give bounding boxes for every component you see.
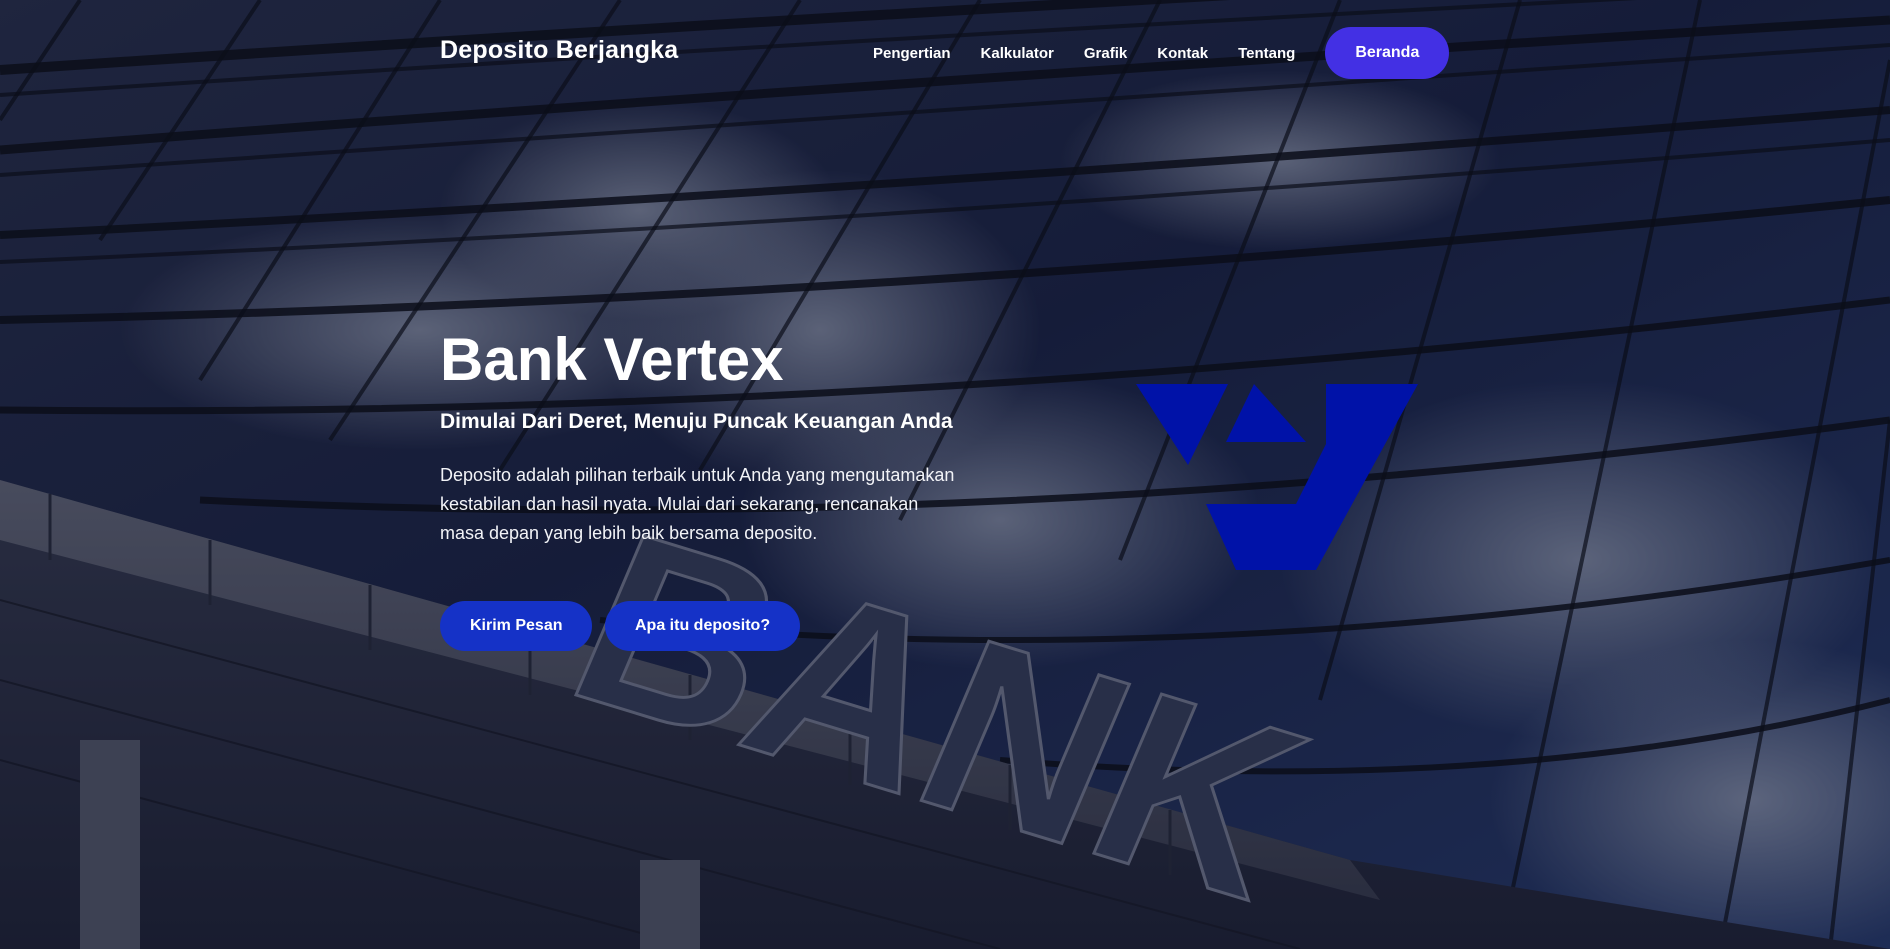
nav-beranda-button[interactable]: Beranda	[1325, 27, 1450, 79]
main-nav: Pengertian Kalkulator Grafik Kontak Tent…	[873, 27, 1450, 79]
apa-itu-deposito-button[interactable]: Apa itu deposito?	[605, 601, 801, 651]
nav-item-kontak[interactable]: Kontak	[1157, 45, 1208, 62]
nav-item-grafik[interactable]: Grafik	[1084, 45, 1127, 62]
hero-title: Bank Vertex	[440, 326, 784, 393]
hero-description: Deposito adalah pilihan terbaik untuk An…	[440, 465, 955, 543]
nav-item-kalkulator[interactable]: Kalkulator	[981, 45, 1054, 62]
brand-logo-link[interactable]: Deposito Berjangka	[440, 36, 678, 65]
site-header: Deposito Berjangka Pengertian Kalkulator…	[0, 0, 1890, 105]
kirim-pesan-button[interactable]: Kirim Pesan	[440, 601, 593, 651]
nav-item-pengertian[interactable]: Pengertian	[873, 45, 951, 62]
hero-subtitle: Dimulai Dari Deret, Menuju Puncak Keuang…	[440, 410, 953, 433]
nav-item-tentang[interactable]: Tentang	[1238, 45, 1295, 62]
vertex-v-logo-icon	[1136, 384, 1418, 570]
